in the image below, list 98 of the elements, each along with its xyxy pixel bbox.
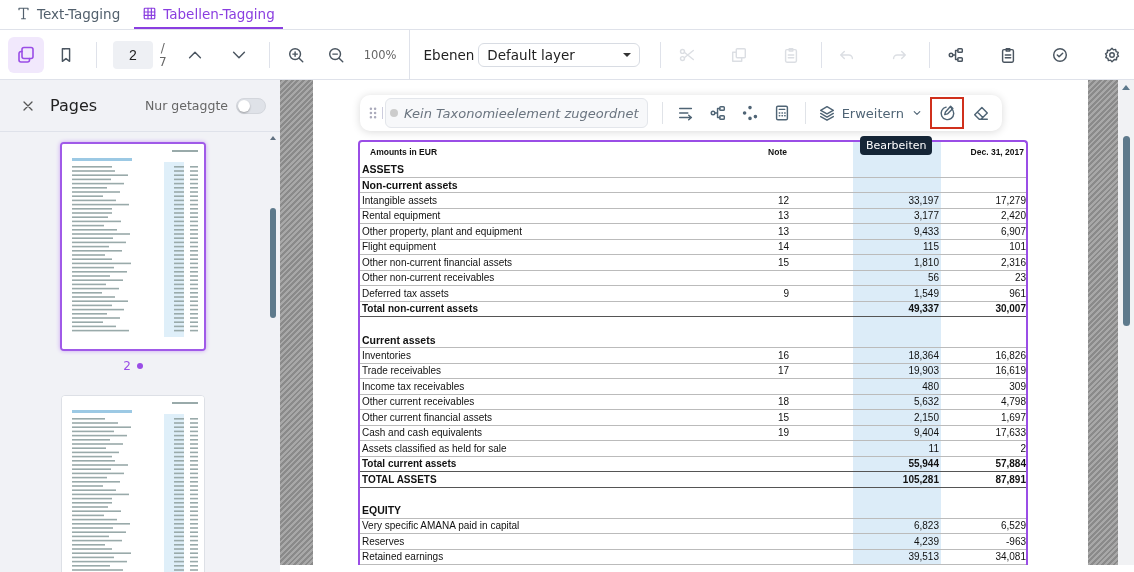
zoom-in-icon [286,45,305,64]
value-cell: 1,549 [853,286,941,301]
table-icon [142,6,158,21]
scatter-dots-icon [740,104,759,122]
zoom-out-icon [326,45,345,64]
row-label: Intangible assets [361,193,439,208]
row-label: Other property, plant and equipment [361,224,523,239]
tab[interactable]: Tabellen-Tagging [134,0,283,29]
tooltip: Bearbeiten [860,136,933,155]
note-cell-text: 15 [776,410,790,425]
note-cell-text: 14 [776,240,790,254]
toggle-switch[interactable] [236,97,266,114]
value-cell: 1,810 [853,255,941,270]
note-cell-text: 15 [776,255,790,270]
concept-field[interactable]: Kein Taxonomieelement zugeordnet [385,98,648,128]
page-separator: / [160,40,165,55]
page-count: 7 [159,54,167,69]
value-cell: 9,433 [853,224,941,239]
scrollbar[interactable] [1118,80,1134,565]
filter-label: Nur getaggte [144,98,228,113]
value-cell-text: 1,697 [999,410,1027,425]
row-label: Other non-current financial assets [361,255,514,270]
row-label: Total non-current assets [361,302,479,316]
value-cell-text: 6,529 [999,519,1027,533]
pen-circle-icon [937,104,956,122]
value-cell-text: 309 [1008,379,1027,394]
value-cell-text: 57,884 [994,457,1027,471]
value-cell-text: 101 [1008,240,1027,254]
note-cell-text: 19 [776,426,790,440]
value-cell-text: 2,316 [999,255,1027,270]
note-cell-text: 16 [776,348,790,363]
row-label: Retained earnings [361,550,445,564]
value-cell-text: 30,007 [994,302,1027,316]
row-label: EQUITY [361,503,403,518]
value-cell-text: 17,279 [994,193,1027,208]
panel-title: Pages [50,96,99,115]
eraser-icon [971,104,990,122]
layers-icon [817,104,836,122]
value-cell: 11 [853,441,941,456]
column-header: Dec. 31, 2017 [969,146,1025,159]
column-header: Amounts in EUR [369,146,439,159]
value-cell-text: 16,826 [994,348,1027,363]
value-cell: 105,281 [853,472,941,487]
value-cell-text: 961 [1008,286,1027,301]
value-cell: 480 [853,379,941,394]
value-cell: 2,150 [853,410,941,425]
dropdown-arrow-icon [623,52,632,57]
layer-dropdown[interactable]: Default layer [478,42,641,67]
row-label: TOTAL ASSETS [361,472,438,487]
row-label: Flight equipment [361,240,437,254]
toolbar-button[interactable] [8,36,44,73]
row-label: Assets classified as held for sale [361,441,508,456]
page-number: 2 [123,359,131,373]
pages-icon [16,44,36,65]
note-cell-text: 18 [776,395,790,409]
row-label: Cash and cash equivalents [361,426,484,440]
row-label: ASSETS [361,162,405,177]
value-cell: 18,364 [853,348,941,363]
note-cell-text: 17 [776,364,790,378]
value-cell-text: -963 [1005,534,1027,549]
row-label: Very specific AMANA paid in capital [361,519,521,533]
row-label: Rental equipment [361,209,442,223]
page-number-field[interactable]: 2 [113,40,153,69]
selected-table[interactable] [358,140,1028,565]
value-cell-text: 87,891 [994,472,1027,487]
value-cell-text: 17,633 [994,426,1027,440]
note-cell-text: 9 [782,286,790,301]
row-label: Deferred tax assets [361,286,450,301]
value-cell: 33,197 [853,193,941,208]
value-cell: 4,239 [853,534,941,549]
row-label: Inventories [361,348,412,363]
value-cell-text: 34,081 [994,550,1027,564]
hierarchy-icon [708,104,727,122]
row-label: Other non-current receivables [361,271,496,285]
row-label: Other current financial assets [361,410,494,425]
note-cell-text: 12 [776,193,790,208]
row-label: Other current receivables [361,395,476,409]
zoom-level: 100% [363,47,397,62]
value-cell-text: 16,619 [994,364,1027,378]
value-cell-text: 6,907 [999,224,1027,239]
value-cell-text: 23 [1013,271,1027,285]
row-label: Current assets [361,332,437,347]
note-cell-text: 13 [776,224,790,239]
tool-button[interactable] [929,97,964,129]
expand-button[interactable]: Erweitern [813,104,928,122]
row-label: Non-current assets [361,177,459,192]
column-header: Note [767,146,788,159]
value-cell-text: 2,420 [999,209,1027,223]
layer-label: Ebenen [423,46,475,63]
text-icon [16,6,31,21]
note-cell-text: 13 [776,209,790,223]
row-label: Trade receivables [361,364,443,378]
row-label: Total current assets [361,457,458,471]
row-label: Income tax receivables [361,379,466,394]
value-cell-text: 4,798 [999,395,1027,409]
row-label: Reserves [361,534,406,549]
tab[interactable]: Text-Tagging [8,0,129,29]
value-cell-text: 2 [1019,441,1027,456]
